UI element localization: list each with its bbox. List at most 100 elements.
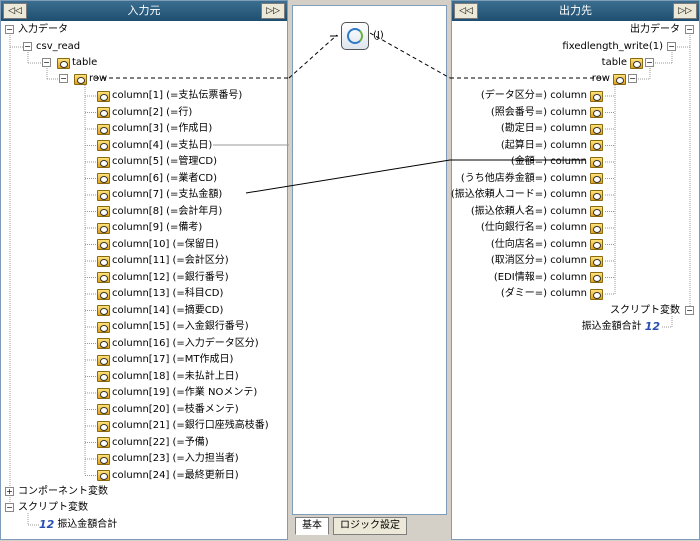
table-node[interactable]: table (57, 55, 97, 71)
input-column-1[interactable]: column[1] (=支払伝票番号) (97, 88, 242, 104)
input-column-21-label: column[21] (=銀行口座残高枝番) (112, 420, 269, 431)
expand-row-out[interactable]: − (628, 74, 637, 83)
tab-basic[interactable]: 基本 (295, 517, 329, 535)
column-icon (97, 404, 110, 415)
input-column-22[interactable]: column[22] (=予備) (97, 435, 209, 451)
input-column-5[interactable]: column[5] (=管理CD) (97, 154, 217, 170)
script-vars-out-node-label: スクリプト変数 (610, 305, 680, 316)
table-out-node[interactable]: table (602, 55, 643, 71)
table-out-node-label: table (601, 57, 627, 68)
expand-script-vars[interactable]: − (5, 503, 14, 512)
function-node[interactable] (341, 22, 369, 50)
input-column-15[interactable]: column[15] (=入金銀行番号) (97, 319, 249, 335)
input-column-16-label: column[16] (=入力データ区分) (112, 337, 259, 349)
output-column-12[interactable]: (EDI情報=) column (494, 270, 603, 286)
expand-row[interactable]: − (59, 74, 68, 83)
input-column-12[interactable]: column[12] (=銀行番号) (97, 270, 229, 286)
output-column-3[interactable]: (勘定日=) column (501, 121, 603, 137)
input-column-2-label: column[2] (=行) (112, 106, 193, 118)
column-icon (590, 189, 603, 201)
csv-read-node[interactable]: csv_read (36, 39, 80, 55)
input-column-11[interactable]: column[11] (=会計区分) (97, 253, 229, 269)
column-icon (97, 288, 110, 300)
input-column-14[interactable]: column[14] (=摘要CD) (97, 303, 223, 319)
number-icon: 12 (39, 518, 55, 531)
column-icon (97, 90, 110, 102)
output-column-2[interactable]: (照会番号=) column (491, 105, 603, 121)
component-vars-node[interactable]: コンポーネント変数 (18, 484, 108, 500)
tab-logic-settings[interactable]: ロジック設定 (333, 517, 407, 535)
script-vars-node[interactable]: スクリプト変数 (18, 500, 88, 516)
column-icon (97, 305, 110, 316)
input-column-4-label: column[4] (=支払日) (112, 139, 213, 151)
column-icon (97, 272, 110, 283)
output-column-6[interactable]: (うち他店券金額=) column (461, 171, 603, 187)
output-column-4-label: (起算日=) column (500, 139, 587, 151)
script-var-out-transfer-total[interactable]: 振込金額合計 12 (582, 319, 660, 335)
column-icon (97, 206, 110, 217)
column-icon (590, 90, 603, 102)
mapping-pane: (J) 基本 ロジック設定 (289, 0, 450, 540)
input-column-23[interactable]: column[23] (=入力担当者) (97, 451, 239, 467)
output-data-node[interactable]: 出力データ (630, 22, 680, 38)
output-column-7[interactable]: (振込依頼人コード=) column (451, 187, 603, 203)
column-icon (97, 453, 110, 465)
script-vars-out-node[interactable]: スクリプト変数 (610, 303, 680, 319)
input-column-17[interactable]: column[17] (=MT作成日) (97, 352, 233, 368)
input-column-4[interactable]: column[4] (=支払日) (97, 138, 212, 154)
input-column-2[interactable]: column[2] (=行) (97, 105, 192, 121)
table-icon (57, 57, 70, 69)
column-icon (97, 354, 110, 366)
input-column-3[interactable]: column[3] (=作成日) (97, 121, 212, 137)
row-node[interactable]: row (74, 71, 107, 87)
input-column-22-label: column[22] (=予備) (112, 436, 209, 448)
expand-table[interactable]: − (42, 58, 51, 67)
output-column-5-label: (金額=) column (510, 156, 587, 167)
expand-csv-read[interactable]: − (23, 42, 32, 51)
expand-table-out[interactable]: − (645, 58, 654, 67)
output-column-8-label: (振込依頼人名=) column (470, 205, 587, 217)
output-column-11-label: (取消区分=) column (490, 255, 587, 266)
input-column-9[interactable]: column[9] (=備考) (97, 220, 202, 236)
input-column-20[interactable]: column[20] (=枝番メンテ) (97, 402, 239, 418)
input-column-21[interactable]: column[21] (=銀行口座残高枝番) (97, 418, 269, 434)
output-column-9[interactable]: (仕向銀行名=) column (481, 220, 603, 236)
expand-component-vars[interactable]: + (5, 487, 14, 496)
input-column-20-label: column[20] (=枝番メンテ) (112, 403, 239, 415)
input-column-13[interactable]: column[13] (=科目CD) (97, 286, 223, 302)
output-column-13[interactable]: (ダミー=) column (501, 286, 603, 302)
input-column-12-label: column[12] (=銀行番号) (112, 271, 229, 283)
input-column-10-label: column[10] (=保留日) (112, 238, 219, 250)
output-column-5[interactable]: (金額=) column (511, 154, 603, 170)
input-column-6[interactable]: column[6] (=業者CD) (97, 171, 217, 187)
output-column-10[interactable]: (仕向店名=) column (491, 237, 603, 253)
fixedlength-write-node[interactable]: fixedlength_write(1) (562, 39, 663, 55)
table-node-label: table (72, 57, 98, 68)
output-column-2-label: (照会番号=) column (490, 106, 587, 118)
input-column-24[interactable]: column[24] (=最終更新日) (97, 468, 239, 484)
expand-output-data[interactable]: − (685, 25, 694, 34)
output-column-8[interactable]: (振込依頼人名=) column (471, 204, 603, 220)
script-var-transfer-total[interactable]: 12 振込金額合計 (39, 517, 117, 533)
input-column-19-label: column[19] (=作業 NOメンテ) (112, 387, 258, 398)
input-column-7[interactable]: column[7] (=支払金額) (97, 187, 222, 203)
mapping-canvas[interactable]: (J) (292, 5, 447, 515)
row-out-node[interactable]: row (592, 71, 626, 87)
input-data-node[interactable]: 入力データ (18, 22, 68, 38)
input-column-8[interactable]: column[8] (=会計年月) (97, 204, 222, 220)
expand-fixedlength-write[interactable]: − (667, 42, 676, 51)
csv-read-node-label: csv_read (36, 41, 81, 52)
fixedlength-write-node-label: fixedlength_write(1) (562, 41, 663, 52)
expand-script-vars-out[interactable]: − (685, 306, 694, 315)
input-column-10[interactable]: column[10] (=保留日) (97, 237, 219, 253)
input-column-16[interactable]: column[16] (=入力データ区分) (97, 336, 259, 352)
expand-input-data[interactable]: − (5, 25, 14, 34)
script-var-out-transfer-total-label: 振込金額合計 (581, 321, 642, 332)
output-column-12-label: (EDI情報=) column (493, 271, 587, 283)
output-column-11[interactable]: (取消区分=) column (491, 253, 603, 269)
output-column-1[interactable]: (データ区分=) column (481, 88, 603, 104)
input-column-19[interactable]: column[19] (=作業 NOメンテ) (97, 385, 257, 401)
input-column-17-label: column[17] (=MT作成日) (112, 354, 234, 365)
input-column-18[interactable]: column[18] (=未払計上日) (97, 369, 239, 385)
output-column-4[interactable]: (起算日=) column (501, 138, 603, 154)
